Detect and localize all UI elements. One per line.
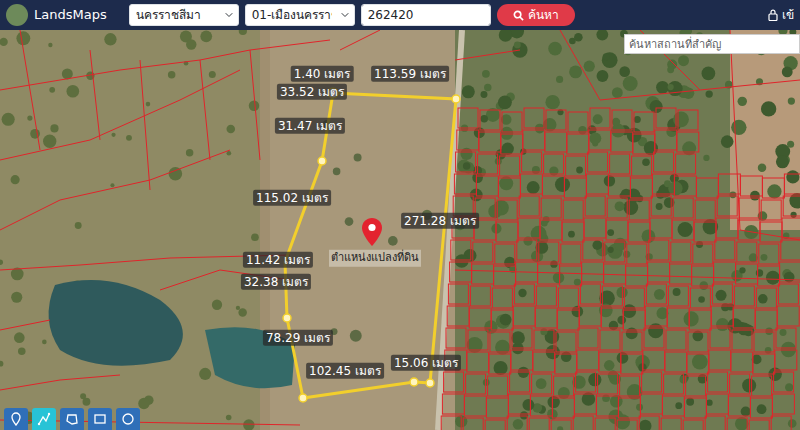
measurement-label: 15.06 เมตร: [391, 355, 461, 371]
parcel-input[interactable]: [361, 4, 491, 26]
draw-tool-button[interactable]: [32, 408, 56, 430]
measurement-label: 33.52 เมตร: [277, 84, 347, 100]
measurement-label: 1.40 เมตร: [291, 66, 354, 82]
search-button[interactable]: ค้นหา: [497, 4, 575, 26]
top-bar: LandsMaps นครราชสีมา 01-เมืองนครราชสีมา …: [0, 0, 800, 30]
location-pin-icon[interactable]: [362, 218, 382, 246]
login-label[interactable]: เข้: [782, 6, 794, 24]
measurement-label: 113.59 เมตร: [371, 66, 449, 82]
measurement-label: 32.38 เมตร: [241, 274, 311, 290]
marker-icon: [9, 412, 23, 426]
measurement-label: 271.28 เมตร: [401, 213, 479, 229]
login-link[interactable]: เข้: [768, 6, 794, 24]
province-select[interactable]: นครราชสีมา: [129, 4, 239, 26]
measurement-label: 11.42 เมตร: [243, 252, 313, 268]
draw-tool-button[interactable]: [4, 408, 28, 430]
circle-icon: [121, 412, 135, 426]
measurement-label: 78.29 เมตร: [263, 330, 333, 346]
measurement-label: 31.47 เมตร: [275, 118, 345, 134]
pin-label: ตำแหน่งแปลงที่ดิน: [329, 250, 421, 267]
lock-icon: [768, 9, 778, 21]
place-search-input[interactable]: [624, 34, 800, 54]
draw-tool-button[interactable]: [60, 408, 84, 430]
search-button-label[interactable]: ค้นหา: [528, 6, 559, 24]
map[interactable]: 1.40 เมตร 113.59 เมตร 33.52 เมตร 31.47 เมตร…: [0, 30, 800, 430]
app-title[interactable]: LandsMaps: [34, 5, 107, 25]
logo-icon[interactable]: [6, 4, 28, 26]
search-icon: [513, 10, 524, 21]
measurement-label: 115.02 เมตร: [253, 190, 331, 206]
draw-tool-button[interactable]: [88, 408, 112, 430]
polygon-icon: [65, 412, 79, 426]
rectangle-icon: [93, 412, 107, 426]
parcel-outline[interactable]: [285, 93, 456, 398]
district-select[interactable]: 01-เมืองนครราชสีมา: [245, 4, 355, 26]
measurement-label: 102.45 เมตร: [306, 363, 384, 379]
line-icon: [37, 412, 51, 426]
draw-toolbar: [4, 408, 140, 430]
draw-tool-button[interactable]: [116, 408, 140, 430]
